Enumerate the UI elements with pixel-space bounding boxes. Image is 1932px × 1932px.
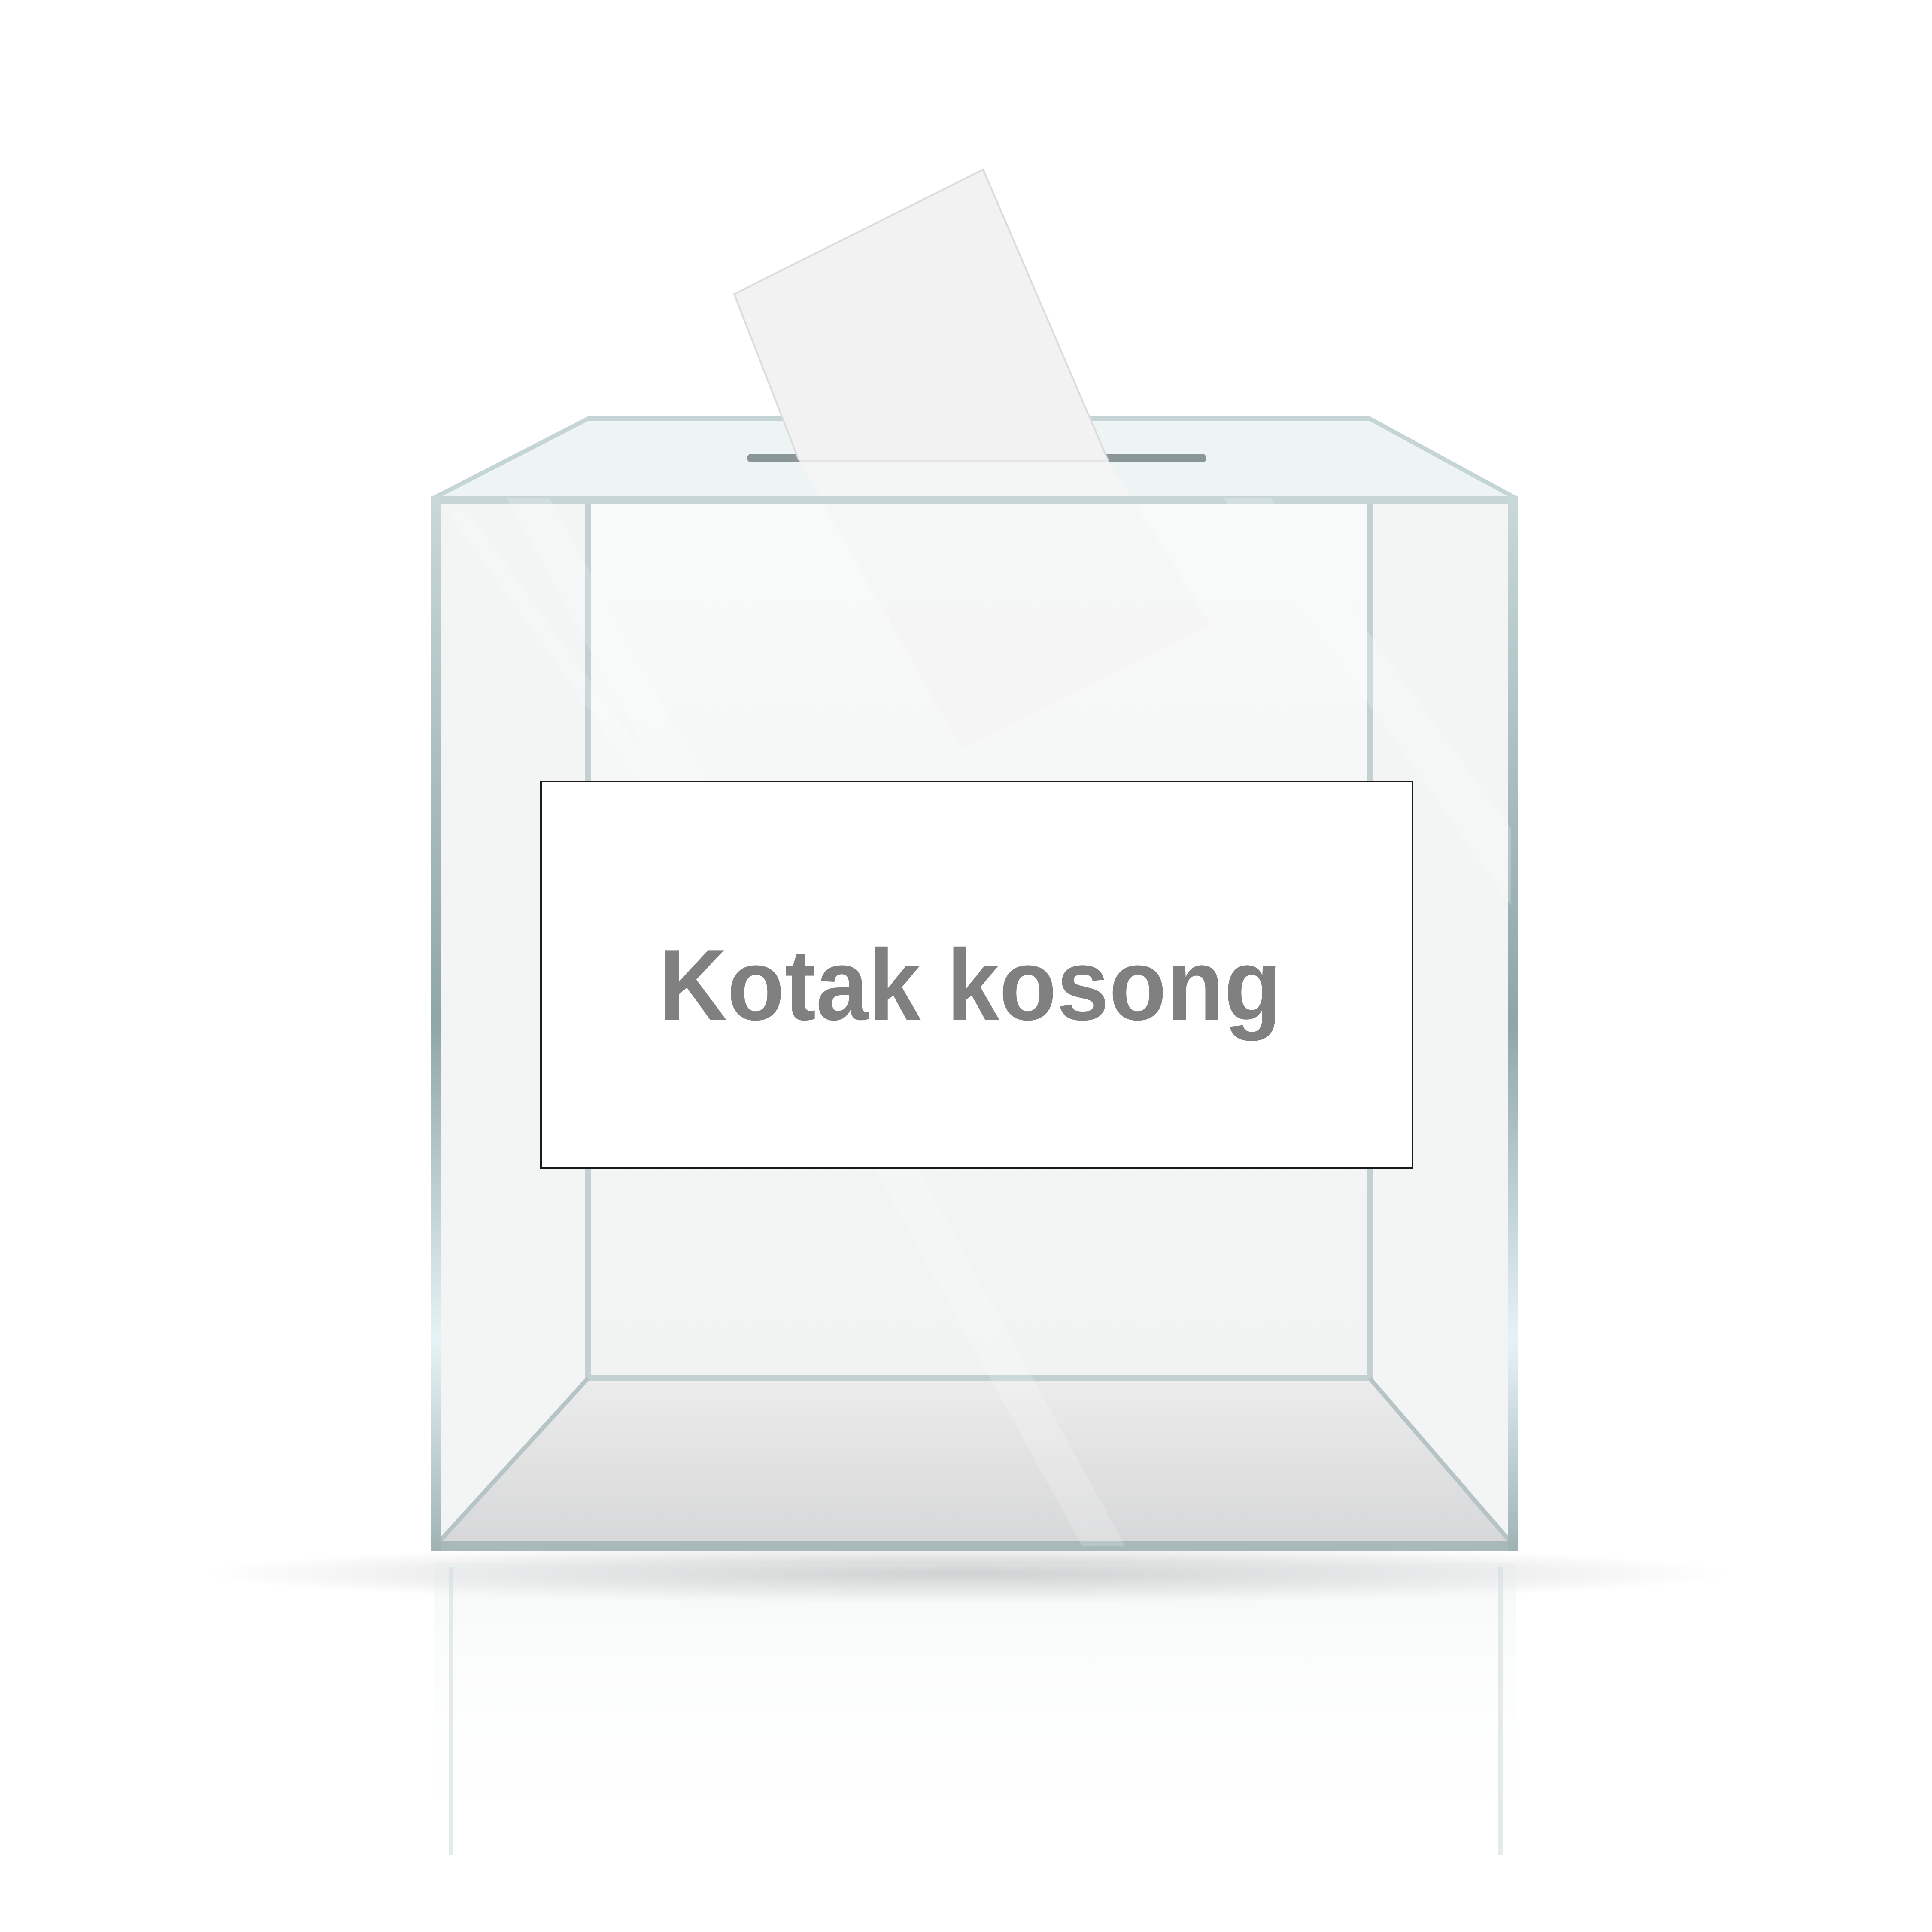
ballot-box-illustration: Kotak kosong	[0, 0, 1932, 1932]
box-floor	[434, 1378, 1516, 1548]
box-reflection	[434, 1563, 1516, 1863]
label-text: Kotak kosong	[659, 928, 1282, 1041]
ballot-paper	[733, 168, 1109, 460]
ballot-box-drawing: Kotak kosong	[202, 168, 1730, 1863]
